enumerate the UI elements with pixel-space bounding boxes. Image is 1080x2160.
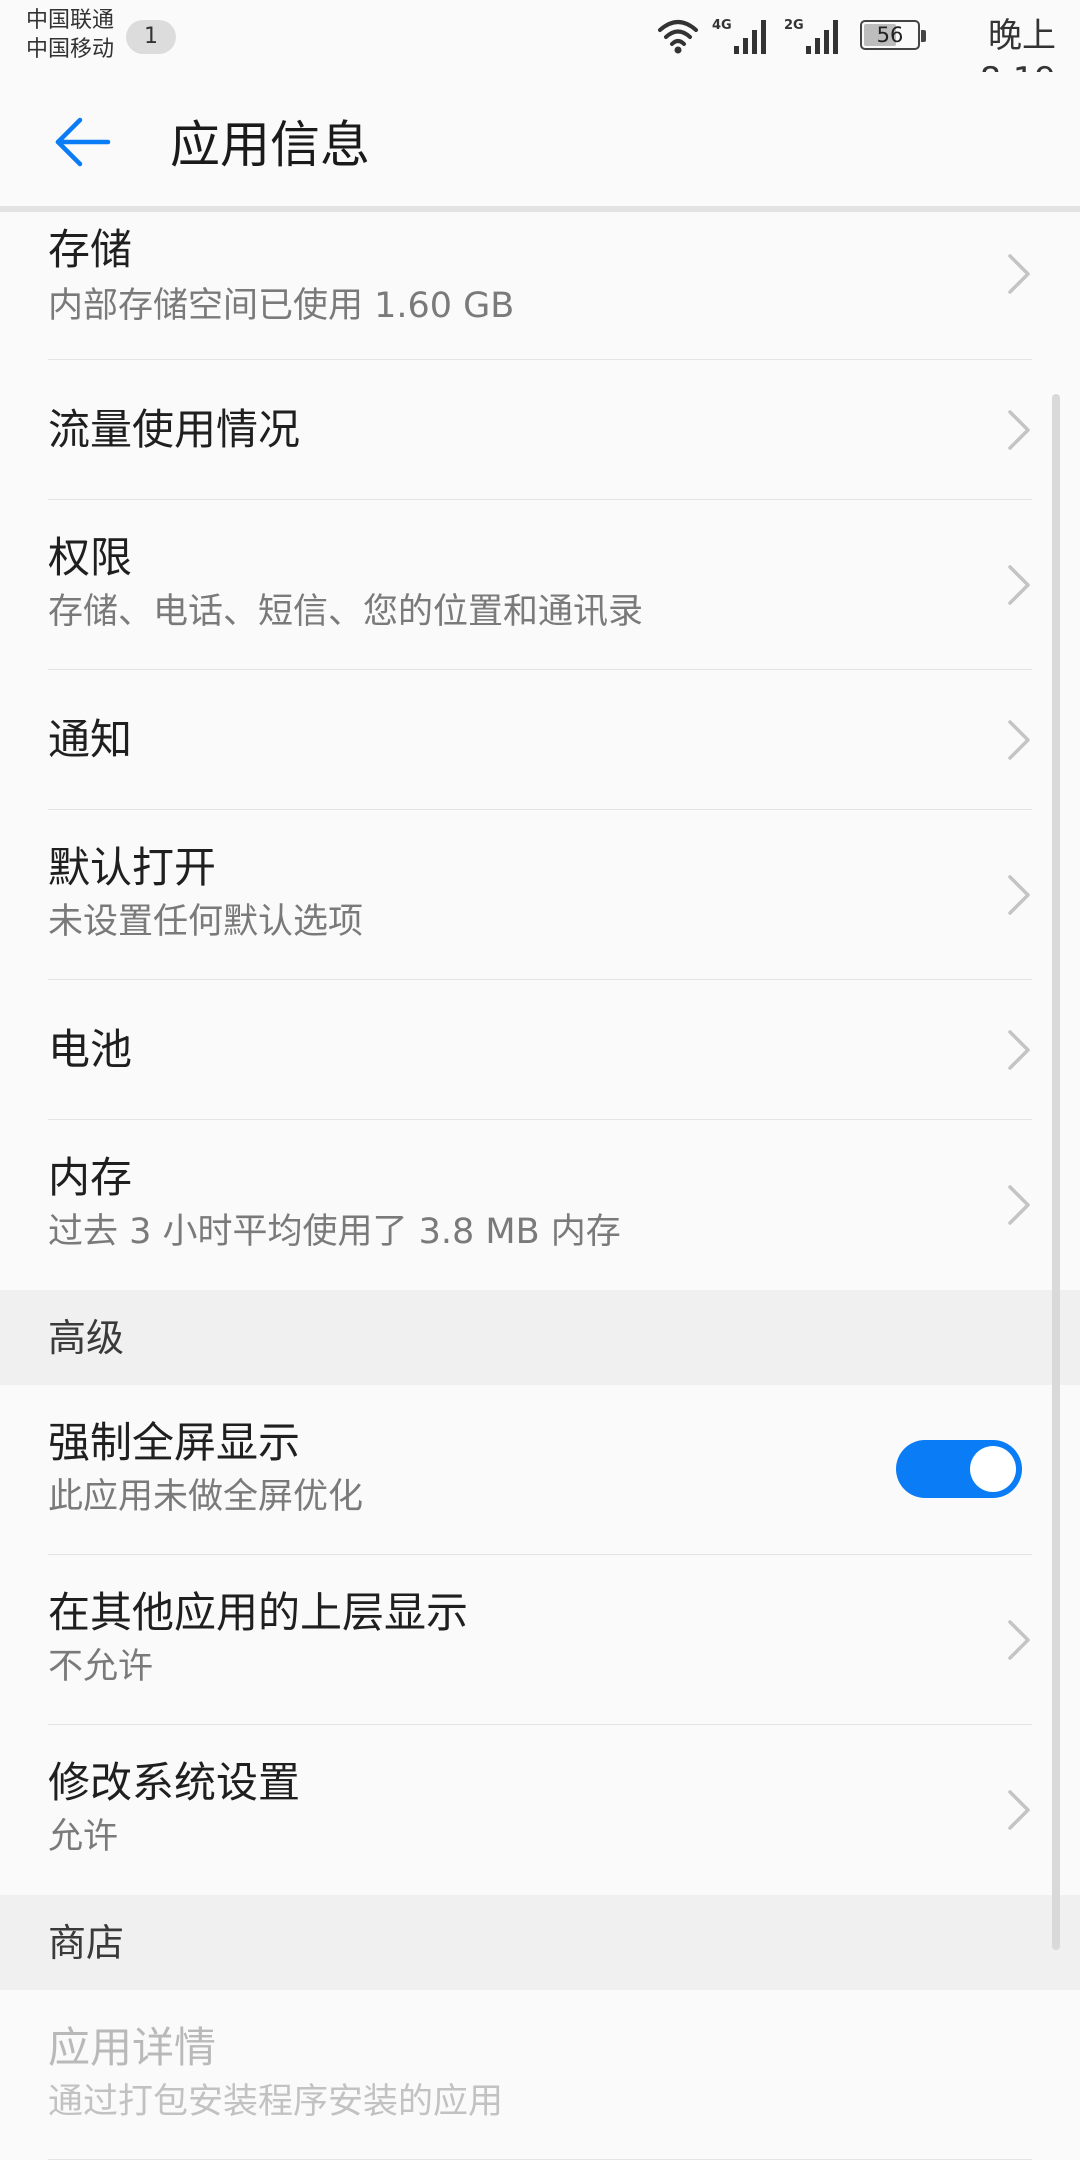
- list-item-memory[interactable]: 内存 过去 3 小时平均使用了 3.8 MB 内存: [0, 1120, 1080, 1290]
- list-item-title: 强制全屏显示: [48, 1418, 301, 1467]
- section-title: 高级: [48, 1316, 125, 1360]
- chevron-right-icon: [1008, 410, 1030, 450]
- list-item-subtitle: 允许: [48, 1817, 119, 1857]
- network-2-label: 2G: [784, 18, 804, 33]
- signal-2g-icon: 2G: [784, 18, 838, 54]
- list-item-open-by-default[interactable]: 默认打开 未设置任何默认选项: [0, 810, 1080, 980]
- list-item-modify-system-settings[interactable]: 修改系统设置 允许: [0, 1725, 1080, 1895]
- carrier-1-label: 中国联通: [26, 8, 115, 33]
- network-1-label: 4G: [712, 18, 732, 33]
- list-item-force-fullscreen[interactable]: 强制全屏显示 此应用未做全屏优化: [0, 1385, 1080, 1555]
- back-arrow-icon[interactable]: [52, 112, 112, 172]
- list-item-display-over-other-apps[interactable]: 在其他应用的上层显示 不允许: [0, 1555, 1080, 1725]
- chevron-right-icon: [1008, 1790, 1030, 1830]
- app-bar: 应用信息: [0, 72, 1080, 212]
- status-bar: 中国联通 中国移动 1 4G 2G 56 晚上8:19: [0, 0, 1080, 100]
- list-item-title: 默认打开: [48, 843, 217, 892]
- list-item-title: 在其他应用的上层显示: [48, 1588, 469, 1637]
- page-title: 应用信息: [170, 116, 370, 174]
- list-item-app-details: 应用详情 通过打包安装程序安装的应用: [0, 1990, 1080, 2160]
- app-info-list[interactable]: 存储 内部存储空间已使用 1.60 GB 流量使用情况 权限 存储、电话、短信、…: [0, 212, 1080, 2160]
- section-header-advanced: 高级: [0, 1290, 1080, 1385]
- carrier-2-label: 中国移动: [26, 37, 115, 62]
- list-item-subtitle: 存储、电话、短信、您的位置和通讯录: [48, 592, 644, 632]
- list-item-subtitle: 内部存储空间已使用 1.60 GB: [48, 286, 515, 326]
- list-item-data-usage[interactable]: 流量使用情况: [0, 360, 1080, 500]
- list-item-title: 流量使用情况: [48, 405, 301, 454]
- signal-4g-icon: 4G: [712, 18, 766, 54]
- chevron-right-icon: [1008, 1620, 1030, 1660]
- force-fullscreen-toggle[interactable]: [896, 1440, 1022, 1498]
- battery-level-text: 56: [876, 23, 904, 47]
- list-item-title: 修改系统设置: [48, 1758, 301, 1807]
- list-item-battery[interactable]: 电池: [0, 980, 1080, 1120]
- list-item-subtitle: 不允许: [48, 1647, 154, 1687]
- chevron-right-icon: [1008, 875, 1030, 915]
- list-item-title: 通知: [48, 715, 133, 764]
- toggle-knob: [970, 1446, 1016, 1492]
- list-item-permissions[interactable]: 权限 存储、电话、短信、您的位置和通讯录: [0, 500, 1080, 670]
- list-item-subtitle: 过去 3 小时平均使用了 3.8 MB 内存: [48, 1212, 621, 1252]
- chevron-right-icon: [1008, 565, 1030, 605]
- chevron-right-icon: [1008, 720, 1030, 760]
- list-item-title: 电池: [48, 1025, 133, 1074]
- chevron-right-icon: [1008, 1030, 1030, 1070]
- wifi-icon: [658, 20, 698, 54]
- list-item-title: 应用详情: [48, 2023, 217, 2072]
- notification-count-badge: 1: [126, 20, 176, 54]
- chevron-right-icon: [1008, 1185, 1030, 1225]
- section-title: 商店: [48, 1921, 125, 1965]
- chevron-right-icon: [1008, 254, 1030, 294]
- carrier-info: 中国联通 中国移动: [26, 6, 114, 64]
- section-header-store: 商店: [0, 1895, 1080, 1990]
- list-item-title: 内存: [48, 1153, 133, 1202]
- battery-icon: 56: [860, 20, 926, 50]
- list-item-subtitle: 通过打包安装程序安装的应用: [48, 2082, 504, 2122]
- list-item-storage[interactable]: 存储 内部存储空间已使用 1.60 GB: [0, 212, 1080, 360]
- list-item-title: 权限: [48, 533, 133, 582]
- list-item-subtitle: 此应用未做全屏优化: [48, 1477, 364, 1517]
- list-item-notifications[interactable]: 通知: [0, 670, 1080, 810]
- list-item-title: 存储: [48, 225, 133, 274]
- scrollbar[interactable]: [1052, 394, 1060, 1950]
- list-item-subtitle: 未设置任何默认选项: [48, 902, 364, 942]
